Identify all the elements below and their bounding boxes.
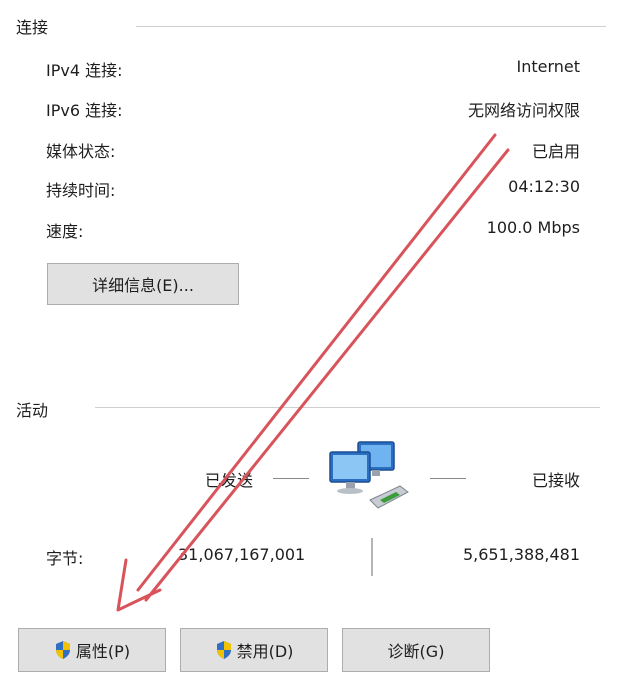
duration-value: 04:12:30 <box>508 177 580 196</box>
uac-shield-icon <box>54 640 72 660</box>
connection-separator <box>136 26 606 27</box>
uac-shield-icon <box>215 640 233 660</box>
media-state-label: 媒体状态: <box>46 142 116 161</box>
received-line <box>430 478 466 479</box>
activity-section-title: 活动 <box>16 401 49 420</box>
ipv6-value: 无网络访问权限 <box>467 101 580 120</box>
connection-section-title: 连接 <box>16 18 49 37</box>
activity-separator <box>95 407 600 408</box>
diagnose-button-label: 诊断(G) <box>387 642 445 661</box>
diagnose-button[interactable]: 诊断(G) <box>342 628 490 672</box>
media-state-value: 已启用 <box>531 142 580 161</box>
properties-button-label: 属性(P) <box>75 642 131 661</box>
bytes-divider <box>371 538 373 576</box>
speed-label: 速度: <box>46 222 84 241</box>
details-button-label: 详细信息(E)... <box>92 276 194 295</box>
bytes-label: 字节: <box>46 549 84 568</box>
ipv4-label: IPv4 连接: <box>46 61 123 80</box>
duration-label: 持续时间: <box>46 181 116 200</box>
sent-line <box>273 478 309 479</box>
disable-button-label: 禁用(D) <box>236 642 294 661</box>
properties-button[interactable]: 属性(P) <box>18 628 166 672</box>
bytes-received-value: 5,651,388,481 <box>462 545 580 564</box>
speed-value: 100.0 Mbps <box>486 218 580 237</box>
sent-label: 已发送 <box>205 471 254 490</box>
disable-button[interactable]: 禁用(D) <box>180 628 328 672</box>
details-button[interactable]: 详细信息(E)... <box>47 263 239 305</box>
bytes-sent-value: 31,067,167,001 <box>178 545 306 564</box>
network-computers-icon <box>326 438 410 512</box>
received-label: 已接收 <box>531 471 580 490</box>
ipv6-label: IPv6 连接: <box>46 101 123 120</box>
ipv4-value: Internet <box>516 57 580 76</box>
